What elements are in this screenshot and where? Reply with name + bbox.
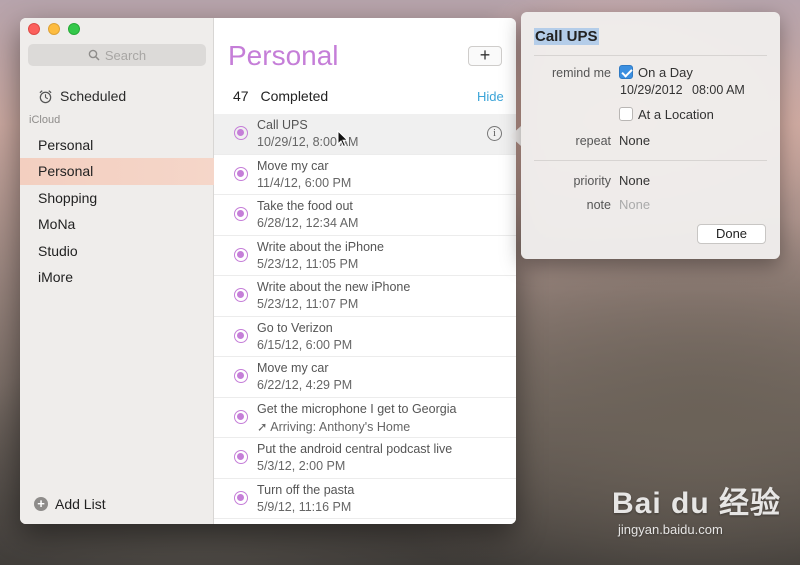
reminder-subtitle: 6/15/12, 6:00 PM (257, 337, 353, 352)
plus-circle-icon: + (34, 497, 48, 511)
sidebar: Search Scheduled iCloud Personal Persona… (20, 18, 214, 524)
mouse-pointer-icon (337, 130, 349, 148)
search-icon (88, 49, 100, 61)
reminder-title[interactable]: Take the food out (257, 199, 353, 213)
reminder-subtitle: 5/3/12, 2:00 PM (257, 459, 346, 473)
close-button[interactable] (28, 23, 40, 35)
watermark-url: jingyan.baidu.com (618, 522, 723, 537)
completed-count: 47 (233, 88, 249, 104)
reminder-title[interactable]: Write about the new iPhone (257, 280, 410, 294)
reminder-title[interactable]: Call UPS (257, 118, 308, 132)
reminder-item[interactable]: Get the microphone I get to Georgia ➚ Ar… (214, 398, 516, 438)
reminder-checkbox[interactable] (234, 207, 248, 221)
reminder-time-field[interactable]: 08:00 AM (692, 83, 745, 97)
reminder-title[interactable]: Write about the iPhone (257, 240, 384, 254)
search-placeholder: Search (104, 47, 147, 63)
minimize-button[interactable] (48, 23, 60, 35)
reminder-checkbox[interactable] (234, 369, 248, 383)
reminder-checkbox[interactable] (234, 409, 248, 424)
section-label-icloud: iCloud (29, 114, 61, 126)
reminder-checkbox[interactable] (234, 328, 248, 343)
reminder-checkbox[interactable] (234, 166, 248, 181)
reminder-title[interactable]: Get the microphone I get to Georgia (257, 402, 456, 416)
note-field[interactable]: None (619, 197, 650, 212)
on-a-day-checkbox[interactable] (619, 65, 633, 79)
repeat-label: repeat (575, 134, 611, 148)
baidu-watermark: Bai du 经验 jingyan.baidu.com (612, 478, 781, 537)
sidebar-item-personal-selected[interactable]: Personal (20, 158, 214, 185)
reminder-checkbox[interactable] (234, 450, 248, 464)
reminder-title[interactable]: Move my car (257, 159, 329, 173)
reminder-title[interactable]: Move my car (257, 361, 329, 375)
completed-row: 47 Completed (233, 88, 328, 104)
reminder-checkbox[interactable] (234, 126, 248, 140)
sidebar-item-personal[interactable]: Personal (20, 132, 214, 158)
on-a-day-label: On a Day (638, 65, 693, 80)
at-location-label: At a Location (638, 107, 714, 122)
reminder-item[interactable]: Put the android central podcast live 5/3… (214, 438, 516, 479)
reminder-subtitle: ➚ Arriving: Anthony's Home (257, 419, 411, 434)
reminder-item[interactable]: Go to Verizon 6/15/12, 6:00 PM (214, 317, 516, 357)
reminder-subtitle: 5/23/12, 11:05 PM (257, 256, 359, 271)
completed-label: Completed (260, 88, 329, 104)
reminder-item[interactable]: Take the food out 6/28/12, 12:34 AM (214, 195, 516, 236)
reminder-title[interactable]: Turn off the pasta (257, 483, 354, 497)
reminder-item[interactable]: Move my car 11/4/12, 6:00 PM (214, 155, 516, 195)
reminder-date-field[interactable]: 10/29/2012 (620, 83, 683, 97)
info-icon[interactable]: i (487, 126, 502, 141)
sidebar-item-mona[interactable]: MoNa (20, 211, 214, 237)
reminder-item[interactable]: Move my car 6/22/12, 4:29 PM (214, 357, 516, 398)
sidebar-item-studio[interactable]: Studio (20, 238, 214, 264)
note-label: note (586, 198, 611, 212)
reminder-item[interactable]: Write about the new iPhone 5/23/12, 11:0… (214, 276, 516, 317)
search-input[interactable]: Search (28, 44, 206, 66)
done-button[interactable]: Done (697, 224, 766, 244)
add-list-button[interactable]: + Add List (34, 496, 106, 512)
reminder-checkbox[interactable] (234, 247, 248, 262)
reminder-subtitle: 6/28/12, 12:34 AM (257, 216, 359, 230)
priority-label: priority (573, 174, 611, 188)
reminder-subtitle: 11/4/12, 6:00 PM (257, 175, 352, 190)
reminder-checkbox[interactable] (234, 490, 248, 505)
remind-me-label: remind me (551, 66, 611, 80)
window-controls (28, 23, 80, 35)
reminder-item[interactable]: Write about the iPhone 5/23/12, 11:05 PM (214, 236, 516, 276)
page-title: Personal (228, 40, 339, 71)
hide-completed-link[interactable]: Hide (477, 89, 504, 104)
reminders-window: Search Scheduled iCloud Personal Persona… (20, 18, 516, 524)
add-reminder-button[interactable]: + (468, 46, 502, 66)
zoom-button[interactable] (68, 23, 80, 35)
sidebar-lists: Personal Personal Shopping MoNa Studio i… (20, 132, 214, 290)
reminder-detail-popover: Call UPS remind me On a Day 10/29/2012 0… (521, 12, 780, 259)
reminder-subtitle: 6/22/12, 4:29 PM (257, 378, 353, 392)
at-location-checkbox[interactable] (619, 107, 633, 121)
add-list-label: Add List (55, 496, 106, 512)
reminder-items: Call UPS 10/29/12, 8:00 AM i Move my car… (214, 114, 516, 519)
reminder-title[interactable]: Put the android central podcast live (257, 442, 452, 456)
divider (534, 160, 767, 161)
popover-arrow (510, 126, 521, 146)
popover-title[interactable]: Call UPS (534, 28, 599, 45)
reminder-checkbox[interactable] (234, 288, 248, 302)
reminders-list-pane: Personal + 47 Completed Hide Call UPS 10… (214, 18, 516, 524)
sidebar-item-imore[interactable]: iMore (20, 264, 214, 290)
sidebar-item-label: Scheduled (60, 88, 127, 104)
divider (534, 55, 767, 56)
alarm-clock-icon (39, 89, 52, 103)
watermark-logo: Bai du 经验 (612, 487, 782, 520)
reminder-item[interactable]: Turn off the pasta 5/9/12, 11:16 PM (214, 479, 516, 519)
reminder-item[interactable]: Call UPS 10/29/12, 8:00 AM i (214, 114, 516, 155)
sidebar-item-shopping[interactable]: Shopping (20, 185, 214, 211)
reminder-subtitle: 5/23/12, 11:07 PM (257, 297, 359, 311)
sidebar-item-scheduled[interactable]: Scheduled (38, 88, 126, 104)
repeat-select[interactable]: None (619, 133, 650, 148)
reminder-title[interactable]: Go to Verizon (257, 321, 333, 335)
reminder-subtitle: 5/9/12, 11:16 PM (257, 499, 352, 514)
priority-select[interactable]: None (619, 173, 650, 188)
